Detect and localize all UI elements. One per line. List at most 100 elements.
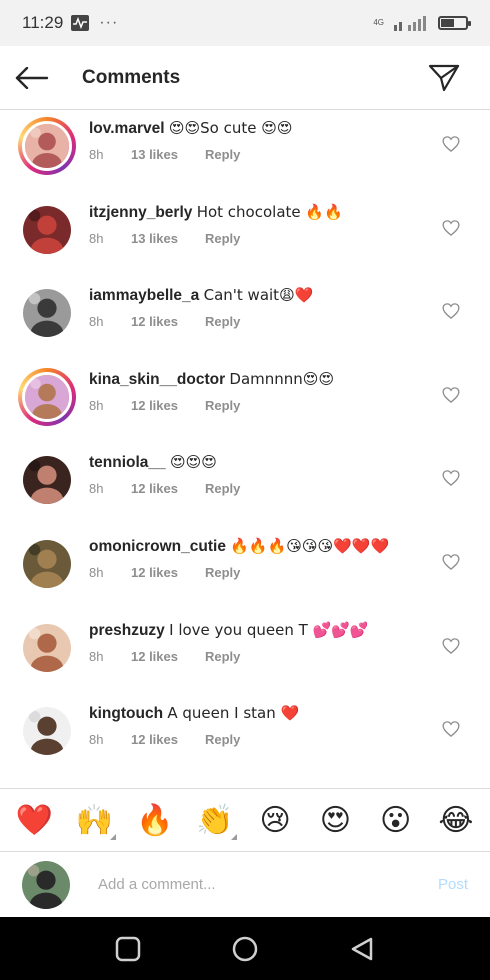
comment-likes[interactable]: 13 likes (131, 231, 205, 246)
recents-button[interactable] (110, 931, 146, 967)
reaction-emoji: 👏 (196, 802, 234, 838)
reaction-surprised-face-icon[interactable]: 😮 (372, 796, 420, 844)
activity-icon (71, 15, 90, 31)
comment-username[interactable]: tenniola__ (89, 454, 166, 471)
comment-text: itzjenny_berly Hot chocolate 🔥🔥 (89, 203, 343, 222)
comment-time: 8h (89, 147, 104, 162)
commenter-avatar[interactable] (18, 117, 76, 175)
square-icon (116, 936, 141, 961)
comment-username[interactable]: kingtouch (89, 705, 163, 722)
commenter-avatar[interactable] (18, 451, 76, 509)
comment-text: kina_skin__doctor Damnnnn😍😍 (89, 370, 334, 389)
comment-time: 8h (89, 564, 104, 580)
reply-button[interactable]: Reply (205, 147, 240, 162)
home-button[interactable] (227, 931, 263, 967)
heart-outline-icon[interactable] (442, 469, 460, 487)
comment-meta: 8h 12 likes Reply (89, 481, 240, 496)
reply-button[interactable]: Reply (205, 481, 240, 496)
commenter-avatar[interactable] (18, 284, 76, 342)
reaction-clapping-hands-icon[interactable]: 👏 (191, 796, 239, 844)
signal-icon (394, 16, 426, 31)
back-button[interactable] (0, 46, 64, 110)
avatar-image (23, 539, 71, 588)
reaction-tears-of-joy-icon[interactable]: 😂 (432, 796, 480, 844)
reply-button[interactable]: Reply (205, 565, 240, 580)
reply-button[interactable]: Reply (205, 231, 240, 246)
circle-icon (232, 936, 258, 961)
comment-row: preshzuzy I love you queen T 💕💕💕 8h 12 lik… (0, 613, 490, 697)
reaction-emoji: 😂 (438, 802, 474, 838)
comment-username[interactable]: preshzuzy (89, 622, 165, 639)
comment-text: kingtouch A queen I stan ❤️ (89, 704, 299, 723)
comment-likes[interactable]: 12 likes (131, 314, 205, 329)
comment-row: kingtouch A queen I stan ❤️ 8h 12 likes Rep… (0, 696, 490, 780)
comment-username[interactable]: iammaybelle_a (89, 287, 199, 304)
heart-outline-icon[interactable] (442, 720, 460, 738)
share-button[interactable] (414, 46, 474, 110)
reaction-heart-icon[interactable]: ❤️ (10, 796, 58, 844)
heart-outline-icon[interactable] (442, 637, 460, 655)
comment-body: 🔥🔥🔥😘😘😘❤️❤️❤️ (230, 536, 390, 555)
comments-header: Comments (0, 46, 490, 110)
comment-likes[interactable]: 13 likes (131, 147, 205, 162)
page-title: Comments (82, 66, 181, 88)
comment-row: lov.marvel 😍😍So cute 😍😍 8h 13 likes Reply (0, 111, 490, 195)
comment-text: tenniola__ 😍😍😍 (89, 453, 217, 472)
commenter-avatar[interactable] (18, 367, 76, 426)
avatar-image (22, 121, 72, 171)
comment-username[interactable]: lov.marvel (89, 120, 165, 137)
post-button[interactable]: Post (438, 876, 468, 893)
comment-username[interactable]: omonicrown_cutie (89, 538, 226, 555)
heart-outline-icon[interactable] (442, 553, 460, 571)
paper-plane-icon (428, 64, 460, 91)
status-time: 11:29 (22, 13, 64, 32)
comment-row: tenniola__ 😍😍😍 8h 12 likes Reply (0, 445, 490, 529)
comment-row: kina_skin__doctor Damnnnn😍😍 8h 12 likes Rep… (0, 362, 490, 446)
comment-username[interactable]: kina_skin__doctor (89, 371, 225, 388)
comment-likes[interactable]: 12 likes (131, 732, 205, 747)
comment-username[interactable]: itzjenny_berly (89, 204, 192, 221)
reaction-fire-icon[interactable]: 🔥 (131, 796, 179, 844)
reply-button[interactable]: Reply (205, 732, 240, 747)
avatar-image (22, 371, 72, 422)
comment-text: iammaybelle_a Can't wait😩❤️ (89, 286, 313, 305)
comment-likes[interactable]: 12 likes (131, 649, 205, 664)
comment-input[interactable] (98, 876, 398, 893)
reply-button[interactable]: Reply (205, 649, 240, 664)
avatar-image (23, 456, 71, 505)
comment-row: omonicrown_cutie 🔥🔥🔥😘😘😘❤️❤️❤️ 8h 12 likes R… (0, 529, 490, 613)
commenter-avatar[interactable] (18, 535, 76, 593)
reaction-raising-hands-icon[interactable]: 🙌 (70, 796, 118, 844)
reaction-heart-eyes-icon[interactable]: 😍 (311, 796, 359, 844)
skin-tone-picker-icon[interactable] (230, 834, 237, 840)
skin-tone-picker-icon[interactable] (110, 834, 117, 840)
comment-time: 8h (89, 314, 104, 330)
avatar-image (23, 623, 71, 672)
comment-meta: 8h 13 likes Reply (89, 147, 240, 162)
reply-button[interactable]: Reply (205, 398, 240, 413)
comment-body: Hot chocolate 🔥🔥 (196, 202, 343, 221)
heart-outline-icon[interactable] (442, 135, 460, 153)
commenter-avatar[interactable] (18, 702, 76, 760)
commenter-avatar[interactable] (18, 619, 76, 677)
more-notifications-icon: ··· (99, 14, 119, 31)
comment-body: Can't wait😩❤️ (203, 286, 314, 305)
back-nav-button[interactable] (344, 931, 380, 967)
comment-meta: 8h 12 likes Reply (89, 398, 240, 413)
comment-body: I love you queen T 💕💕💕 (169, 620, 369, 639)
comment-likes[interactable]: 12 likes (131, 565, 205, 580)
comment-likes[interactable]: 12 likes (131, 481, 205, 496)
reaction-crying-face-icon[interactable]: 😢 (251, 796, 299, 844)
comment-body: 😍😍😍 (169, 453, 217, 472)
heart-outline-icon[interactable] (442, 219, 460, 237)
commenter-avatar[interactable] (18, 201, 76, 259)
reaction-emoji: 😮 (379, 802, 412, 838)
comment-likes[interactable]: 12 likes (131, 398, 205, 413)
heart-outline-icon[interactable] (442, 302, 460, 320)
reply-button[interactable]: Reply (205, 314, 240, 329)
comment-meta: 8h 12 likes Reply (89, 649, 240, 664)
comment-time: 8h (89, 648, 104, 664)
comment-row: iammaybelle_a Can't wait😩❤️ 8h 12 likes Rep… (0, 278, 490, 362)
heart-outline-icon[interactable] (442, 386, 460, 404)
battery-level (441, 19, 455, 27)
